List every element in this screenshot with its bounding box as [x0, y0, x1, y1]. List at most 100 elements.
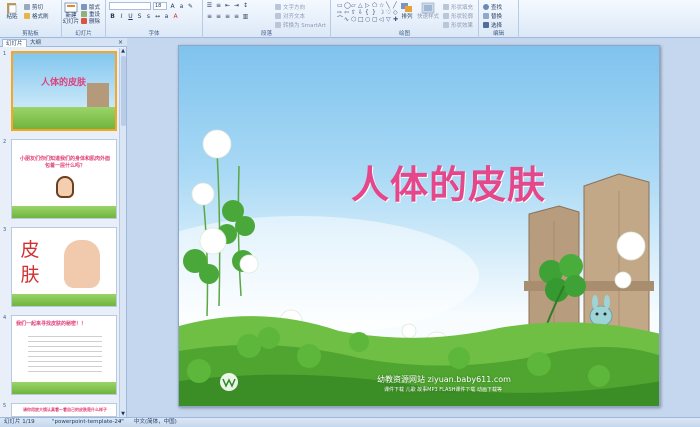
select-arrow-icon	[483, 22, 489, 28]
tab-outline[interactable]: 大纲	[27, 39, 44, 47]
cut-button[interactable]: 剪切	[24, 3, 43, 11]
paragraph-group: ☰ ≡ ⇤ ⇥ ↕ ≡ ≡ ≡ ≡ ▥ 文字方向 对齐文本 转换为 SmartA…	[203, 0, 331, 38]
site-name: 幼教资源网站 ziyuan.baby611.com	[377, 375, 511, 384]
quick-styles-icon	[421, 2, 435, 14]
fill-bucket-icon	[443, 4, 449, 10]
shapes-gallery[interactable]: ▭ ◯ ▱ △ ▷ ⬠ ☆ ╲ ╱ ⇨ ⇦ ⇧ ⇩{} ☽ ♡ ◇ ⌒ ∿ ⬡ □ ○ ▢ ◁ ▽ ✚	[337, 3, 398, 23]
editing-group: 查找 替换 选择 编辑	[479, 0, 519, 38]
align-right-icon[interactable]: ≡	[224, 13, 231, 20]
scroll-thumb[interactable]	[121, 56, 126, 126]
decrease-indent-icon[interactable]: ⇤	[224, 2, 231, 9]
delete-slide-button[interactable]: 删除	[81, 17, 100, 25]
smartart-button[interactable]: 转换为 SmartArt	[275, 21, 326, 29]
current-slide[interactable]: 人体的皮肤 幼教资源网站 ziyuan.baby611.com 课件下载 儿歌 …	[178, 45, 660, 407]
slide-title[interactable]: 人体的皮肤	[351, 154, 546, 209]
effects-icon	[443, 22, 449, 28]
editing-workspace: 人体的皮肤 幼教资源网站 ziyuan.baby611.com 课件下载 儿歌 …	[128, 38, 700, 417]
check-icon[interactable]: ✓	[118, 418, 123, 427]
slide-thumbnail-2[interactable]: 小朋友们你们知道我们的身体和肌肉外面包着一层什么吗？	[11, 139, 117, 219]
panel-tabs: 幻灯片 大纲 ×	[0, 38, 127, 47]
change-case-icon[interactable]: a	[163, 13, 170, 20]
slide-number: 1	[3, 51, 7, 57]
bullets-icon[interactable]: ☰	[206, 2, 213, 9]
spacing-icon[interactable]: ↔	[154, 13, 161, 20]
thumbnail-body-lines	[28, 332, 102, 374]
text-direction-button[interactable]: 文字方向	[275, 3, 305, 11]
slide-number: 2	[3, 139, 7, 145]
tab-slides[interactable]: 幻灯片	[2, 39, 27, 47]
outline-pen-icon	[443, 13, 449, 19]
thumbnail-text: 请你用放大镜认真看一看自己的皮肤是什么样子	[23, 407, 107, 412]
replace-button[interactable]: 替换	[483, 12, 502, 20]
paragraph-group-label: 段落	[260, 31, 272, 37]
editing-group-label: 编辑	[492, 31, 504, 37]
slide-number: 3	[3, 227, 7, 233]
shape-effects-button[interactable]: 形状效果	[443, 21, 473, 29]
brush-icon	[24, 13, 30, 19]
child-illustration	[56, 176, 74, 198]
format-painter-button[interactable]: 格式刷	[24, 12, 49, 20]
site-logo	[220, 373, 238, 391]
clear-format-icon[interactable]: ✎	[187, 3, 194, 10]
new-slide-button[interactable]: 新建 幻灯片	[62, 2, 80, 28]
clipboard-group-label: 剪贴板	[22, 31, 39, 37]
shape-outline-button[interactable]: 形状轮廓	[443, 12, 473, 20]
grass-illustration	[12, 206, 116, 218]
shadow-icon[interactable]: s	[145, 13, 152, 20]
arrange-button[interactable]: 排列	[397, 2, 417, 28]
smartart-icon	[275, 22, 281, 28]
shape-fill-button[interactable]: 形状填充	[443, 3, 473, 11]
slide-number: 5	[3, 403, 7, 409]
strikethrough-icon[interactable]: S	[136, 13, 143, 20]
bold-icon[interactable]: B	[109, 13, 116, 20]
panel-scrollbar[interactable]: ▲ ▼	[119, 48, 126, 417]
delete-icon	[81, 18, 87, 24]
paste-button[interactable]: 粘贴	[2, 2, 22, 28]
slide-number: 4	[3, 315, 7, 321]
slide-thumbnail-5[interactable]: 请你用放大镜认真看一看自己的皮肤是什么样子	[11, 403, 117, 417]
select-button[interactable]: 选择	[483, 21, 502, 29]
ribbon: 粘贴 剪切 格式刷 剪贴板 新建 幻灯片 版式 重设 删除 幻灯片 18 A a…	[0, 0, 700, 38]
columns-icon[interactable]: ▥	[242, 13, 249, 20]
find-icon	[483, 4, 489, 10]
slide-thumbnail-3[interactable]: 皮肤	[11, 227, 117, 307]
drawing-group-label: 绘图	[398, 31, 410, 37]
align-center-icon[interactable]: ≡	[215, 13, 222, 20]
slides-group-label: 幻灯片	[75, 31, 92, 37]
thumbnail-title: 人体的皮肤	[41, 78, 87, 88]
slide-thumbnail-4[interactable]: 我们一起来寻找皮肤的秘密！！	[11, 315, 117, 395]
underline-icon[interactable]: U	[127, 13, 134, 20]
grass-illustration	[12, 382, 116, 394]
replace-icon	[483, 13, 489, 19]
justify-icon[interactable]: ≡	[233, 13, 240, 20]
grow-font-icon[interactable]: A	[169, 3, 176, 10]
clipboard-group: 粘贴 剪切 格式刷 剪贴板	[0, 0, 62, 38]
slide-count: 幻灯片 1/19	[4, 419, 35, 425]
line-spacing-icon[interactable]: ↕	[242, 2, 249, 9]
find-button[interactable]: 查找	[483, 3, 502, 11]
align-text-icon	[275, 13, 281, 19]
scroll-up-icon[interactable]: ▲	[120, 48, 126, 54]
slide-panel: 幻灯片 大纲 × 1 人体的皮肤 2 小朋友们你们知道我们的身体和肌肉外面包着一…	[0, 38, 127, 417]
slides-group: 新建 幻灯片 版式 重设 删除 幻灯片	[62, 0, 106, 38]
increase-indent-icon[interactable]: ⇥	[233, 2, 240, 9]
font-color-icon[interactable]: A	[172, 13, 179, 20]
font-name-combo[interactable]	[109, 2, 151, 10]
quick-styles-button[interactable]: 快速样式	[417, 2, 439, 28]
text-direction-icon	[275, 4, 281, 10]
theme-name: "powerpoint-template-24"	[52, 419, 124, 425]
arrange-icon	[401, 3, 412, 12]
slide-thumbnail-1[interactable]: 人体的皮肤	[11, 51, 117, 131]
font-group: 18 A a ✎ B I U S s ↔ a A 字体	[106, 0, 203, 38]
numbering-icon[interactable]: ≡	[215, 2, 222, 9]
italic-icon[interactable]: I	[118, 13, 125, 20]
close-icon[interactable]: ×	[118, 39, 123, 46]
align-text-button[interactable]: 对齐文本	[275, 12, 305, 20]
grass-illustration	[13, 107, 115, 129]
font-size-combo[interactable]: 18	[153, 2, 167, 10]
align-left-icon[interactable]: ≡	[206, 13, 213, 20]
language[interactable]: 中文(简体，中国)	[134, 418, 177, 427]
thumbnail-title: 皮肤	[20, 239, 40, 286]
shrink-font-icon[interactable]: a	[178, 3, 185, 10]
site-links: 课件下载 儿歌 故事MP3 FLASH课件下载 动画下载等	[384, 387, 503, 393]
